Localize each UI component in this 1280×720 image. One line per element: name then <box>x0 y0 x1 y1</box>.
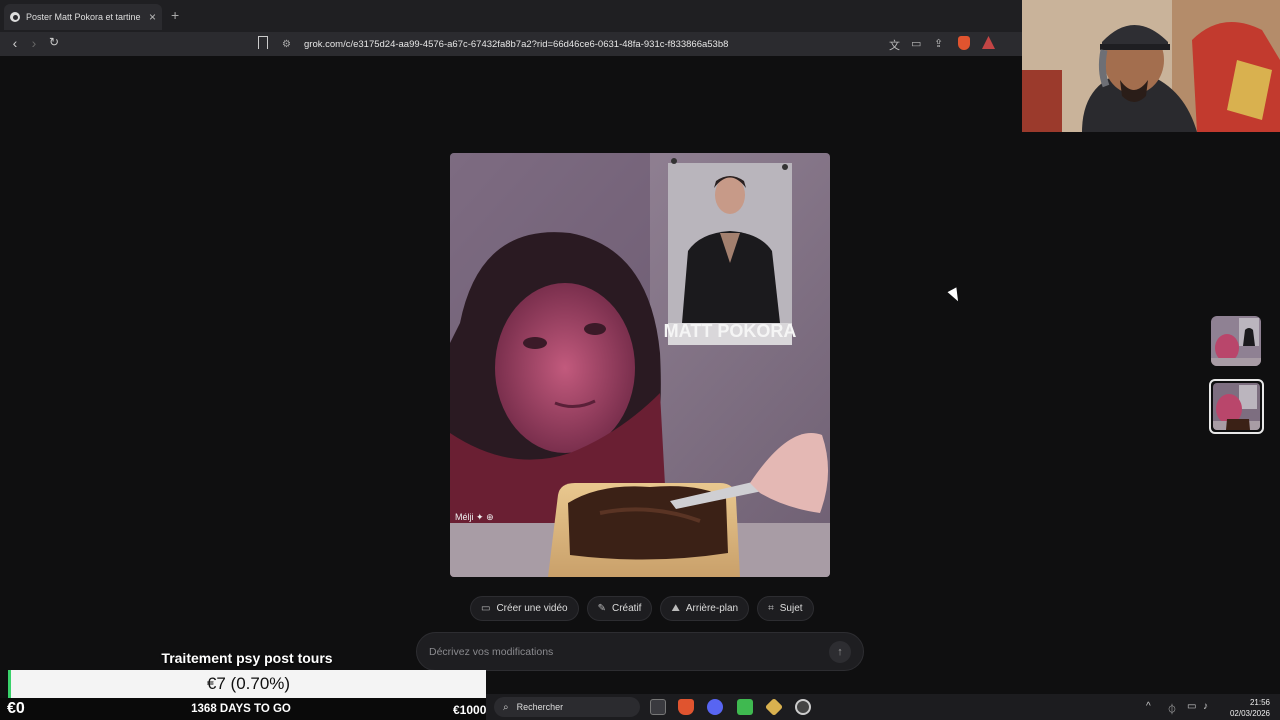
search-icon: ⌕ <box>503 701 509 713</box>
prompt-input[interactable] <box>429 645 829 658</box>
url-text: grok.com/c/e3175d24-aa99-4576-a67c-67432… <box>304 38 729 50</box>
history-thumbnail[interactable] <box>1211 316 1261 366</box>
microphone-icon[interactable]: ⏀ <box>1167 701 1177 716</box>
grok-favicon-icon <box>10 12 20 22</box>
clock-date: 02/03/2026 <box>1229 709 1270 718</box>
create-video-button[interactable]: ▭ Créer une vidéo <box>470 596 579 621</box>
brave-shield-icon[interactable] <box>958 36 970 50</box>
address-toolbar: ‹ › ↻ ⚙ grok.com/c/e3175d24-aa99-4576-a6… <box>0 32 1022 56</box>
back-icon[interactable]: ‹ <box>6 35 24 51</box>
sparkle-icon: ✦ ⊕ <box>476 512 494 522</box>
history-thumbnail-selected[interactable] <box>1208 379 1264 434</box>
forward-icon[interactable]: › <box>25 35 43 51</box>
tab-title: Poster Matt Pokora et tartine ch <box>26 12 143 22</box>
generated-image[interactable]: MATT POKORA <box>450 153 830 577</box>
image-history <box>1208 316 1264 447</box>
clock-time: 21:56 <box>1249 698 1270 707</box>
send-arrow-icon[interactable]: ↑ <box>829 640 851 663</box>
translate-icon[interactable]: 文 <box>889 37 900 53</box>
share-icon[interactable]: ⇪ <box>934 37 943 50</box>
watermark-text: Mélji <box>455 512 474 522</box>
network-icon[interactable]: ▭ <box>1187 701 1196 712</box>
tray-chevron-icon[interactable]: ^ <box>1146 701 1151 712</box>
webcam-overlay <box>1022 0 1280 132</box>
taskbar-search-label: Rechercher <box>516 702 564 712</box>
tab-close-icon[interactable]: × <box>149 10 156 24</box>
brush-icon: ✎ <box>597 603 606 614</box>
discord-icon[interactable] <box>707 699 723 715</box>
tab-active[interactable]: Poster Matt Pokora et tartine ch × <box>4 4 162 30</box>
volume-icon[interactable]: ♪ <box>1203 701 1208 712</box>
goal-progress-text: €7 (0.70%) <box>206 674 291 693</box>
create-video-label: Créer une vidéo <box>496 603 568 614</box>
goal-max: €1000 <box>453 703 487 717</box>
site-info-icon[interactable]: ⚙ <box>282 39 294 50</box>
subject-label: Sujet <box>779 603 803 614</box>
cast-icon[interactable]: ▭ <box>911 37 921 50</box>
background-button[interactable]: ⛰ Arrière-plan <box>660 596 750 621</box>
creative-label: Créatif <box>612 603 642 614</box>
edit-actions: ▭ Créer une vidéo ✎ Créatif ⛰ Arrière-pl… <box>470 596 814 621</box>
task-view-icon[interactable] <box>650 699 666 715</box>
creative-button[interactable]: ✎ Créatif <box>586 596 653 621</box>
system-clock[interactable]: 21:56 02/03/2026 <box>1226 697 1270 719</box>
goal-days: 1368 DAYS TO GO <box>191 703 291 715</box>
new-tab-button[interactable]: + <box>171 7 179 23</box>
video-camera-icon: ▭ <box>481 603 491 614</box>
spreadsheet-app-icon[interactable] <box>737 699 753 715</box>
bookmark-icon[interactable] <box>258 36 268 49</box>
poster-title: MATT POKORA <box>664 321 797 341</box>
taskbar-search[interactable]: ⌕ Rechercher <box>494 697 640 717</box>
brave-browser-icon[interactable] <box>678 699 694 715</box>
subject-button[interactable]: ⌗ Sujet <box>757 596 814 621</box>
obs-icon[interactable] <box>795 699 811 715</box>
goal-title: Traitement psy post tours <box>161 650 333 666</box>
tab-bar: Poster Matt Pokora et tartine ch × + <box>0 0 1022 32</box>
goal-progress-bar: €7 (0.70%) <box>8 670 486 698</box>
reload-icon[interactable]: ↻ <box>45 35 63 49</box>
focus-icon: ⌗ <box>768 603 774 614</box>
screen: Poster Matt Pokora et tartine ch × + ‹ ›… <box>0 0 1280 720</box>
mountain-icon: ⛰ <box>671 603 680 614</box>
background-label: Arrière-plan <box>685 603 739 614</box>
watermark: Mélji ✦ ⊕ <box>455 512 494 523</box>
